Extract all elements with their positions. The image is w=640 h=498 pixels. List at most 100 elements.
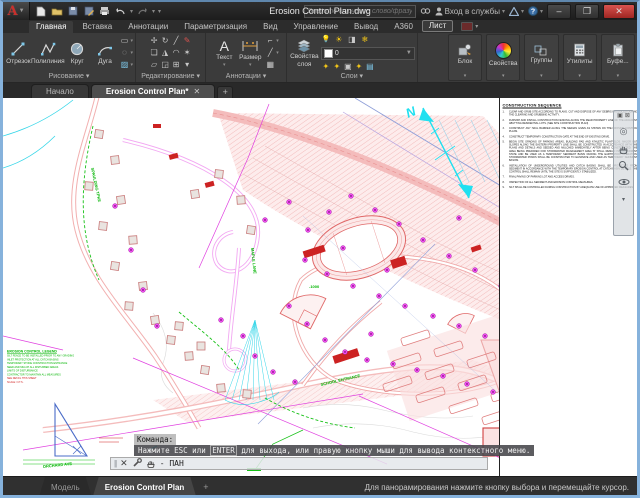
qat-customize-dropdown[interactable]: ▾ — [158, 8, 161, 15]
annotation-flyouts: ⌐ ▾ ╱ ▾ ▦ — [265, 36, 279, 70]
panel-annotation: A Текст ▾ Размер ▾ ⌐ ▾ ╱ ▾ ▦ Аннотации ▾ — [206, 33, 287, 82]
new-file-button[interactable] — [34, 5, 47, 17]
arc-button[interactable]: Дуга — [92, 41, 119, 65]
scale-icon[interactable]: ◲ — [160, 60, 170, 70]
panel-properties[interactable]: Свойства ▾ — [486, 34, 521, 81]
ribbon-tab-a360[interactable]: A360 — [387, 21, 420, 33]
panel-block[interactable]: Блок ▾ — [447, 34, 483, 81]
minimize-button[interactable]: – — [547, 3, 571, 19]
move-icon[interactable]: ✢ — [149, 36, 159, 46]
utilities-flyout[interactable]: ▾ — [578, 73, 581, 80]
line-button[interactable]: Отрезок — [5, 41, 32, 65]
search-icon[interactable] — [420, 7, 431, 16]
file-tab-start[interactable]: Начало — [31, 84, 89, 98]
redo-button[interactable] — [136, 5, 149, 17]
undo-button[interactable] — [114, 5, 127, 17]
groups-flyout[interactable]: ▾ — [540, 73, 543, 80]
panel-label-layers[interactable]: Слои ▾ — [287, 72, 417, 82]
table-icon[interactable]: ▦ — [265, 60, 275, 70]
ribbon-tab-вывод[interactable]: Вывод — [347, 21, 385, 33]
panel-groups[interactable]: Группы ▾ — [524, 34, 559, 81]
layer-on-icon[interactable]: 💡 — [321, 35, 331, 45]
command-bar-grip[interactable]: || — [114, 459, 117, 468]
command-close-icon[interactable]: ✕ — [120, 458, 128, 469]
search-input[interactable] — [303, 4, 416, 18]
mleader-icon[interactable]: ╱ — [265, 48, 275, 58]
properties-flyout[interactable]: ▾ — [502, 73, 505, 80]
layer-freeze-icon[interactable]: ❄ — [360, 35, 370, 45]
drawing-canvas[interactable]: N SPAULDING TPKE ORCHARD AVE MAPLE LANE SCH… — [3, 98, 637, 476]
pan-hand-icon[interactable] — [618, 142, 630, 154]
ribbon-tab-вставка[interactable]: Вставка — [75, 21, 119, 33]
copy-icon[interactable]: ❏ — [149, 48, 159, 58]
app-menu-button[interactable]: A ▼ — [3, 2, 30, 20]
new-layout-button[interactable]: + — [197, 477, 214, 495]
ribbon-tab-управление[interactable]: Управление — [287, 21, 345, 33]
block-flyout[interactable]: ▾ — [464, 73, 467, 80]
close-button[interactable]: ✕ — [603, 3, 635, 19]
panel-label-annotation[interactable]: Аннотации ▾ — [206, 72, 286, 82]
explode-icon[interactable]: ✶ — [182, 48, 192, 58]
undo-dropdown[interactable]: ▾ — [130, 8, 133, 15]
layer-lock-icon[interactable]: ◨ — [347, 35, 357, 45]
layer-properties-button[interactable]: Свойства слоя — [289, 39, 320, 68]
save-as-button[interactable] — [82, 5, 95, 17]
panel-utilities[interactable]: Утилиты ▾ — [562, 34, 597, 81]
layer-thaw-icon[interactable]: ☀ — [334, 35, 344, 45]
polyline-button[interactable]: Полилиния — [31, 41, 65, 65]
orbit-icon[interactable] — [618, 176, 630, 188]
navigation-bar[interactable]: ▣ ⊠ ◎ ▾ — [613, 110, 634, 236]
panel-clipboard[interactable]: Буфе... ▾ — [600, 34, 636, 81]
navbar-close-icon[interactable]: ⊠ — [625, 113, 630, 119]
layer-freeze-icon[interactable]: ▣ — [343, 62, 353, 72]
layer-unisolate-icon[interactable]: ✦ — [332, 62, 342, 72]
plot-button[interactable] — [98, 5, 111, 17]
save-button[interactable] — [66, 5, 79, 17]
rectangle-icon[interactable]: ▭ — [119, 36, 129, 46]
close-tab-icon[interactable]: ✕ — [194, 87, 201, 96]
navbar-more-icon[interactable]: ▾ — [618, 193, 630, 205]
array-icon[interactable]: ⊞ — [171, 60, 181, 70]
erase-icon[interactable]: ✎ — [182, 36, 192, 46]
wrench-icon[interactable] — [132, 455, 142, 473]
ribbon-tab-главная[interactable]: Главная — [29, 21, 74, 33]
ellipse-icon[interactable]: ◌ — [119, 48, 129, 58]
dimension-button[interactable]: Размер ▾ — [236, 39, 264, 68]
circle-button[interactable]: Круг — [64, 41, 91, 65]
hatch-icon[interactable]: ▨ — [119, 60, 129, 70]
leader-icon[interactable]: ⌐ — [265, 36, 275, 46]
layer-off-icon[interactable]: ✦ — [354, 62, 364, 72]
ribbon-tab-лист[interactable]: Лист — [421, 20, 454, 32]
text-button[interactable]: A Текст ▾ — [213, 39, 235, 68]
ribbon-tab-вид[interactable]: Вид — [256, 21, 284, 33]
ribbon-tab-параметризация[interactable]: Параметризация — [177, 21, 254, 33]
full-navigation-wheel-icon[interactable]: ◎ — [618, 125, 630, 137]
ribbon-tab-аннотации[interactable]: Аннотации — [121, 21, 175, 33]
layer-match-icon[interactable]: ▤ — [365, 62, 375, 72]
layer-isolate-icon[interactable]: ✦ — [321, 62, 331, 72]
open-file-button[interactable] — [50, 5, 63, 17]
workspace-switch-button[interactable]: ▾ — [461, 22, 478, 31]
help-icon[interactable]: ? ▾ — [528, 6, 543, 16]
model-tab[interactable]: Модель — [39, 477, 92, 497]
layout-tab[interactable]: Erosion Control Plan — [93, 477, 197, 497]
sign-in-button[interactable]: Вход в службы ▾ — [435, 7, 505, 16]
layer-dropdown[interactable]: 0 ▼ — [320, 46, 415, 60]
command-input-bar[interactable]: || ✕ - ПАН — [110, 457, 488, 470]
mirror-icon[interactable]: ◮ — [160, 48, 170, 58]
new-tab-button[interactable]: + — [217, 86, 234, 98]
clipboard-flyout[interactable]: ▾ — [617, 73, 620, 80]
redo-dropdown[interactable]: ▾ — [152, 8, 155, 15]
rotate-icon[interactable]: ↻ — [160, 36, 170, 46]
file-tab-drawing[interactable]: Erosion Control Plan* ✕ — [90, 84, 216, 98]
modify-more-icon[interactable]: ▾ — [182, 60, 192, 70]
restore-button[interactable]: ❐ — [575, 3, 599, 19]
a360-apps-icon[interactable]: ▾ — [508, 6, 524, 16]
trim-icon[interactable]: ╱ — [171, 36, 181, 46]
navbar-wheel-menu-icon[interactable]: ▣ — [617, 113, 623, 119]
panel-label-modify[interactable]: Редактирование ▾ — [136, 72, 205, 82]
zoom-icon[interactable] — [618, 159, 630, 171]
panel-label-draw[interactable]: Рисование ▾ — [3, 72, 135, 82]
stretch-icon[interactable]: ▱ — [149, 60, 159, 70]
fillet-icon[interactable]: ◠ — [171, 48, 181, 58]
